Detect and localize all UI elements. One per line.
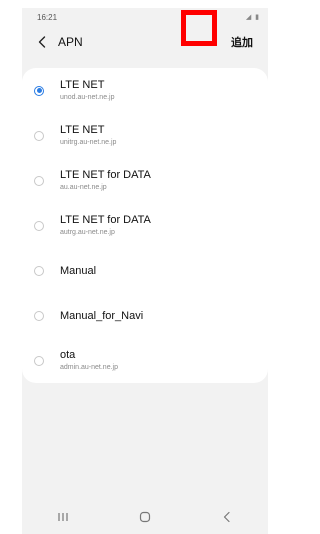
radio-dot xyxy=(36,88,42,93)
apn-address: unod.au-net.ne.jp xyxy=(60,94,115,101)
apn-name: ota xyxy=(60,349,76,361)
apn-item[interactable]: LTE NET unitrg.au-net.ne.jp xyxy=(22,113,268,158)
apn-name: LTE NET for DATA xyxy=(60,169,151,181)
radio-unselected[interactable] xyxy=(34,130,44,141)
apn-address: unitrg.au-net.ne.jp xyxy=(60,139,117,146)
back-arrow-icon[interactable] xyxy=(36,33,48,51)
apn-name: Manual_for_Navi xyxy=(60,309,144,322)
radio-selected[interactable] xyxy=(34,85,44,96)
apn-item[interactable]: LTE NET unod.au-net.ne.jp xyxy=(22,68,268,113)
apn-text: LTE NET for DATA au.au-net.ne.jp xyxy=(60,168,151,193)
status-time: 16:21 xyxy=(37,12,58,22)
apn-text: LTE NET unod.au-net.ne.jp xyxy=(60,78,115,103)
app-bar: APN 追加 xyxy=(22,26,268,58)
apn-item[interactable]: Manual_for_Navi xyxy=(22,293,268,338)
apn-address: au.au-net.ne.jp xyxy=(60,184,107,191)
phone-screen: 16:21 ◢ ▮ APN 追加 LTE NET unod.au-net.ne.j… xyxy=(22,8,268,534)
apn-text: Manual xyxy=(60,264,96,278)
apn-name: LTE NET for DATA xyxy=(60,214,151,226)
navigation-bar xyxy=(22,500,268,534)
home-icon[interactable] xyxy=(130,507,160,527)
radio-unselected[interactable] xyxy=(34,355,44,366)
recents-icon[interactable] xyxy=(48,507,78,527)
radio-unselected[interactable] xyxy=(34,265,44,276)
page-title: APN xyxy=(58,35,83,49)
signal-battery-icon: ◢ ▮ xyxy=(245,14,260,21)
apn-text: Manual_for_Navi xyxy=(60,309,143,323)
app-bar-left: APN xyxy=(36,33,83,51)
back-nav-icon[interactable] xyxy=(212,507,242,527)
apn-text: LTE NET for DATA autrg.au-net.ne.jp xyxy=(60,213,151,238)
add-button[interactable]: 追加 xyxy=(224,28,260,56)
apn-address: admin.au-net.ne.jp xyxy=(60,364,118,371)
apn-item[interactable]: ota admin.au-net.ne.jp xyxy=(22,338,268,383)
apn-list: LTE NET unod.au-net.ne.jp LTE NET unitrg.au… xyxy=(22,68,268,383)
apn-address: autrg.au-net.ne.jp xyxy=(60,229,115,236)
apn-text: ota admin.au-net.ne.jp xyxy=(60,348,118,373)
radio-unselected[interactable] xyxy=(34,175,44,186)
apn-text: LTE NET unitrg.au-net.ne.jp xyxy=(60,123,116,148)
radio-unselected[interactable] xyxy=(34,310,44,321)
apn-item[interactable]: Manual xyxy=(22,248,268,293)
apn-item[interactable]: LTE NET for DATA autrg.au-net.ne.jp xyxy=(22,203,268,248)
status-bar: 16:21 ◢ ▮ xyxy=(22,8,268,26)
apn-item[interactable]: LTE NET for DATA au.au-net.ne.jp xyxy=(22,158,268,203)
apn-name: LTE NET xyxy=(60,124,105,136)
apn-name: Manual xyxy=(60,264,97,277)
radio-unselected[interactable] xyxy=(34,220,44,231)
apn-name: LTE NET xyxy=(60,79,105,91)
